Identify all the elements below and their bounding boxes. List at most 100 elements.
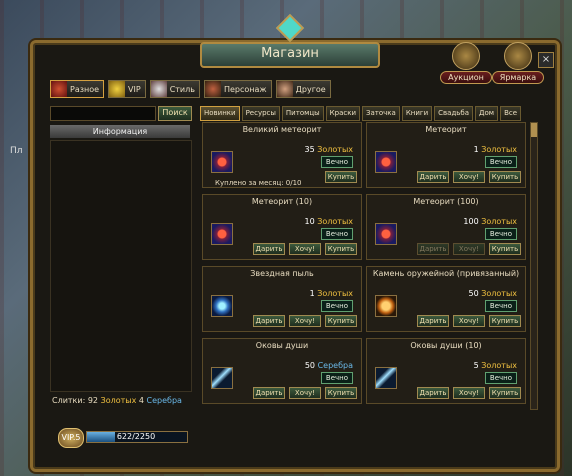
item-price: 50 Золотых [469,289,517,298]
gift-button[interactable]: Дарить [253,243,285,255]
shop-tab[interactable]: Ресурсы [241,106,280,121]
buy-button[interactable]: Купить [325,387,357,399]
buy-button[interactable]: Купить [489,315,521,327]
buy-button[interactable]: Купить [325,315,357,327]
item-actions: Дарить Хочу! Купить [417,315,521,327]
buy-button[interactable]: Купить [489,387,521,399]
meteor-icon[interactable] [211,151,233,173]
shop-tab[interactable]: Все [500,106,522,121]
price-amount: 5 [473,361,479,370]
item-title: Метеорит [425,125,467,134]
shackle-icon[interactable] [375,367,397,389]
gift-button[interactable]: Дарить [417,171,449,183]
category-label: Другое [295,84,326,94]
duration-select[interactable]: Вечно [320,300,353,312]
category-tab-misc[interactable]: Разное [50,80,105,98]
style-icon [150,81,167,97]
search-button[interactable]: Поиск [158,106,192,121]
item-actions: Дарить Хочу! Купить [253,387,357,399]
shop-tab[interactable]: Книги [401,106,433,121]
background-label: Пл [10,146,23,156]
shop-tab[interactable]: Краски [325,106,361,121]
duration-select[interactable]: Вечно [320,156,353,168]
item-price: 35 Золотых [305,145,353,154]
category-tab-vip[interactable]: VIP [108,80,146,98]
item-title: Великий метеорит [242,125,322,134]
item-card: Великий метеорит 35 Золотых Вечно Куплено з… [202,122,362,188]
shop-tab[interactable]: Заточка [362,106,400,121]
wish-button[interactable]: Хочу! [289,243,321,255]
gift-button[interactable]: Дарить [417,315,449,327]
item-price: 1 Золотых [474,145,517,154]
item-actions: Дарить Хочу! Купить [417,387,521,399]
stone-icon[interactable] [375,295,397,317]
buy-button[interactable]: Купить [325,243,357,255]
price-amount: 35 [304,145,315,154]
meteor-icon[interactable] [375,151,397,173]
balance-prefix: Слитки: [52,396,86,405]
info-header: Информация [50,125,190,138]
duration-select[interactable]: Вечно [484,228,517,240]
buy-button[interactable]: Купить [325,171,357,183]
category-tab-style[interactable]: Стиль [149,80,200,98]
price-currency: Золотых [481,361,517,370]
gift-button[interactable]: Дарить [417,243,449,255]
item-card: Метеорит (10) 10 Золотых Вечно Дарить Хочу! К… [202,194,362,260]
item-price: 10 Золотых [305,217,353,226]
fair-button[interactable]: Ярмарка [492,42,544,84]
character-icon [204,81,221,97]
meteor-icon[interactable] [375,223,397,245]
gift-button[interactable]: Дарить [253,387,285,399]
shop-tab[interactable]: Дом [475,106,499,121]
price-amount: 50 [468,289,479,298]
item-card: Оковы души (10) 5 Золотых Вечно Дарить Хочу!… [366,338,526,404]
duration-select[interactable]: Вечно [484,156,517,168]
gift-button[interactable]: Дарить [253,315,285,327]
auction-button[interactable]: Аукцион [440,42,492,84]
wish-button[interactable]: Хочу! [453,171,485,183]
item-actions: Купить [325,171,357,183]
category-tab-character[interactable]: Персонаж [203,80,272,98]
fair-icon [504,42,532,70]
other-icon [276,81,293,97]
meteor-icon[interactable] [211,223,233,245]
shackle-icon[interactable] [211,367,233,389]
duration-select[interactable]: Вечно [320,372,353,384]
duration-select[interactable]: Вечно [484,300,517,312]
wish-button[interactable]: Хочу! [453,387,485,399]
price-amount: 10 [304,217,315,226]
scrollbar[interactable] [530,122,538,410]
wish-button[interactable]: Хочу! [289,315,321,327]
price-currency: Золотых [317,289,353,298]
item-title: Камень оружейной (привязанный) [372,269,520,278]
buy-button[interactable]: Купить [489,171,521,183]
category-tab-other[interactable]: Другое [275,80,331,98]
item-title: Метеорит (100) [413,197,479,206]
scrollbar-thumb[interactable] [531,123,537,137]
balance-gold-amount: 92 [87,396,99,405]
category-tabs: Разное VIP Стиль Персонаж Другое [50,80,331,98]
vip-badge: VIP.5 [58,428,84,448]
search-input[interactable] [50,106,156,121]
wish-button[interactable]: Хочу! [453,243,485,255]
duration-select[interactable]: Вечно [484,372,517,384]
duration-select[interactable]: Вечно [320,228,353,240]
dust-icon[interactable] [211,295,233,317]
price-currency: Золотых [317,217,353,226]
shop-tab[interactable]: Новинки [200,106,240,121]
item-title: Оковы души (10) [410,341,482,350]
item-actions: Дарить Хочу! Купить [253,315,357,327]
balance-gold-label: Золотых [100,396,137,405]
buy-button[interactable]: Купить [489,243,521,255]
wish-button[interactable]: Хочу! [289,387,321,399]
price-currency: Золотых [317,145,353,154]
shop-tab[interactable]: Питомцы [281,106,324,121]
price-currency: Золотых [481,145,517,154]
category-label: Стиль [169,84,195,94]
gift-button[interactable]: Дарить [417,387,449,399]
item-grid: Великий метеорит 35 Золотых Вечно Куплено з… [202,122,528,410]
wish-button[interactable]: Хочу! [453,315,485,327]
info-panel [50,140,192,392]
item-price: 5 Золотых [474,361,517,370]
shop-tab[interactable]: Свадьба [434,106,474,121]
